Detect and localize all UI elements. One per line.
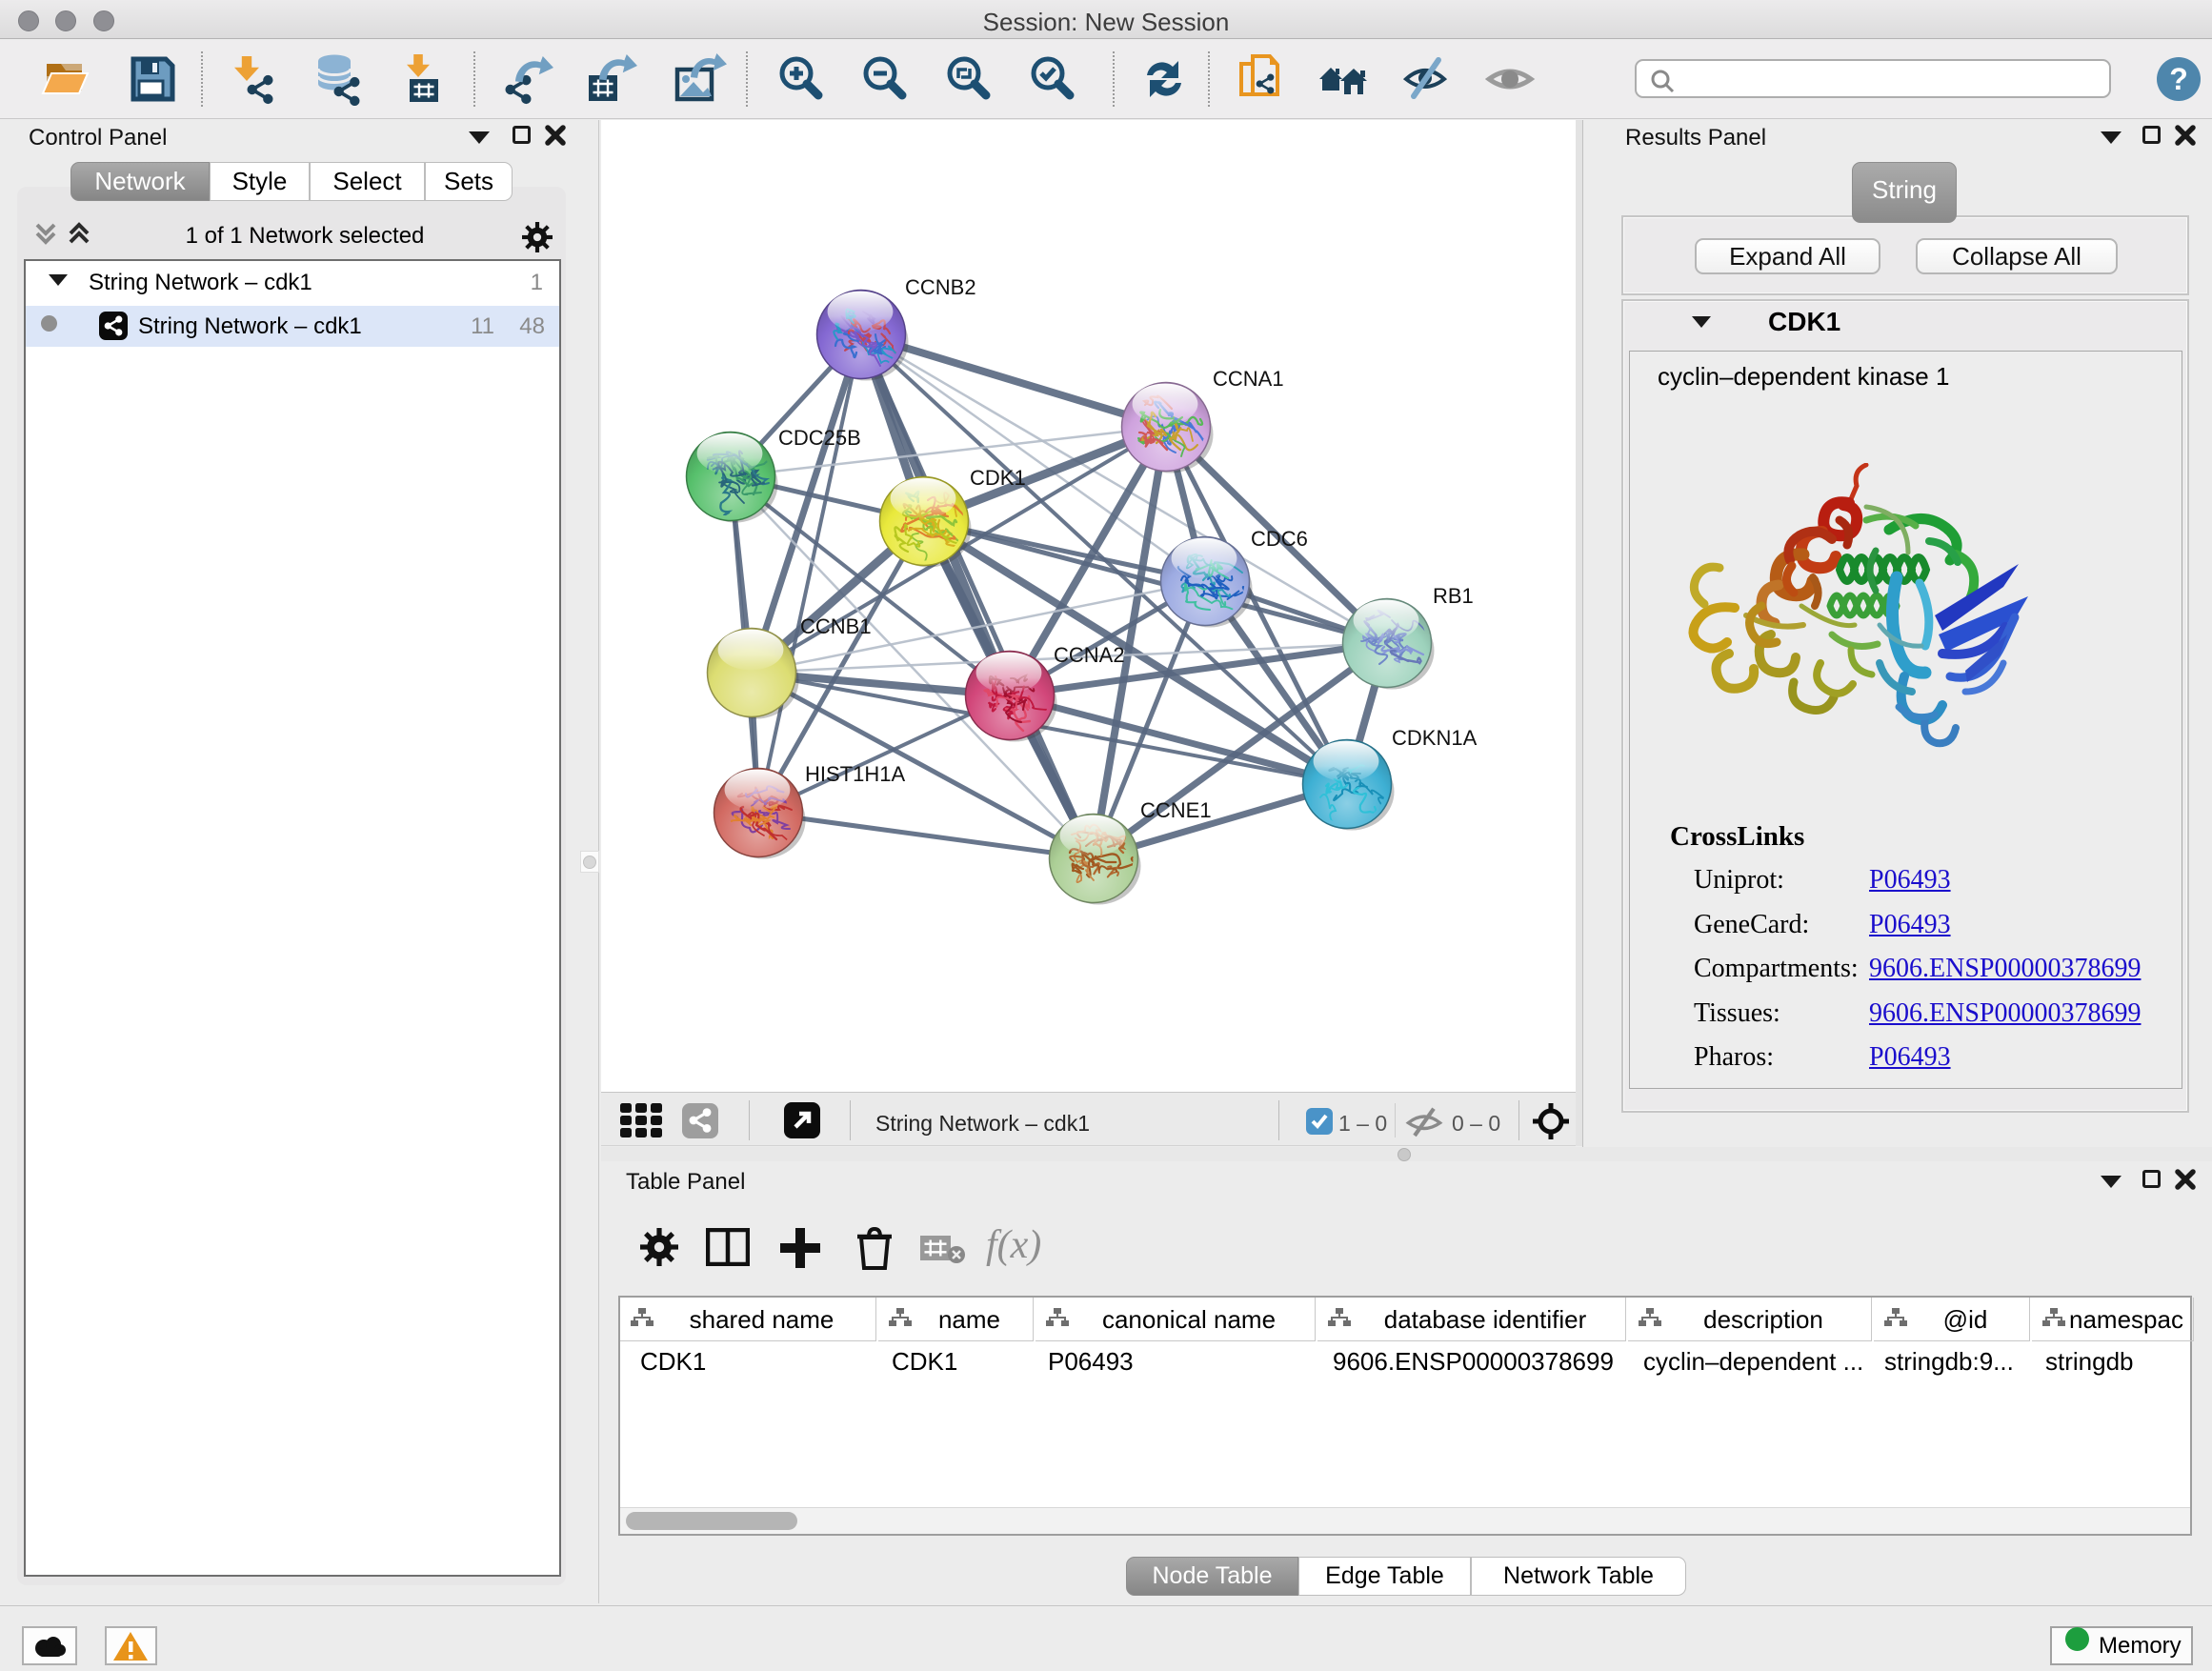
- svg-text:?: ?: [2169, 62, 2188, 96]
- svg-text:RB1: RB1: [1433, 584, 1474, 608]
- svg-text:CCNA1: CCNA1: [1213, 367, 1284, 391]
- svg-text:CDK1: CDK1: [970, 466, 1026, 490]
- svg-text:CDC25B: CDC25B: [778, 426, 861, 450]
- svg-text:CDC6: CDC6: [1251, 527, 1308, 551]
- svg-text:CDKN1A: CDKN1A: [1392, 726, 1478, 750]
- svg-text:CCNA2: CCNA2: [1054, 643, 1125, 667]
- svg-text:CCNE1: CCNE1: [1140, 798, 1212, 822]
- svg-text:HIST1H1A: HIST1H1A: [805, 762, 905, 786]
- svg-text:CCNB2: CCNB2: [905, 275, 976, 299]
- svg-text:CCNB1: CCNB1: [800, 614, 872, 638]
